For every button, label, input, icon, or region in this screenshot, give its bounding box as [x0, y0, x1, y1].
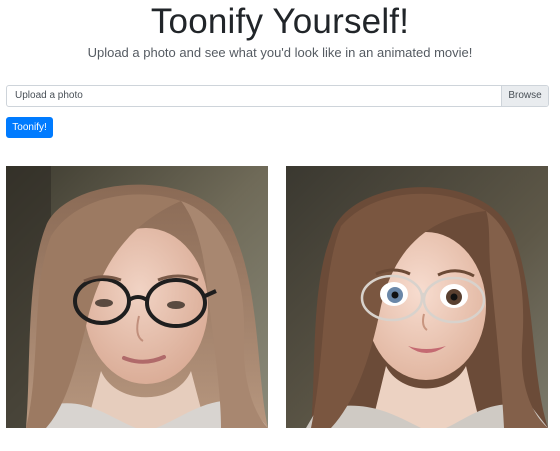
page-subtitle: Upload a photo and see what you'd look l…	[87, 45, 473, 60]
toonified-photo	[286, 166, 548, 428]
toonified-photo-image	[286, 166, 548, 428]
file-upload-label[interactable]: Upload a photo	[7, 86, 501, 106]
page: Toonify Yourself! Upload a photo and see…	[0, 0, 560, 451]
browse-button[interactable]: Browse	[501, 86, 548, 106]
original-photo-image	[6, 166, 268, 428]
original-photo	[6, 166, 268, 428]
page-title: Toonify Yourself!	[150, 2, 410, 41]
file-upload-input[interactable]: Upload a photo Browse	[6, 85, 549, 107]
toonify-button[interactable]: Toonify!	[6, 117, 53, 138]
